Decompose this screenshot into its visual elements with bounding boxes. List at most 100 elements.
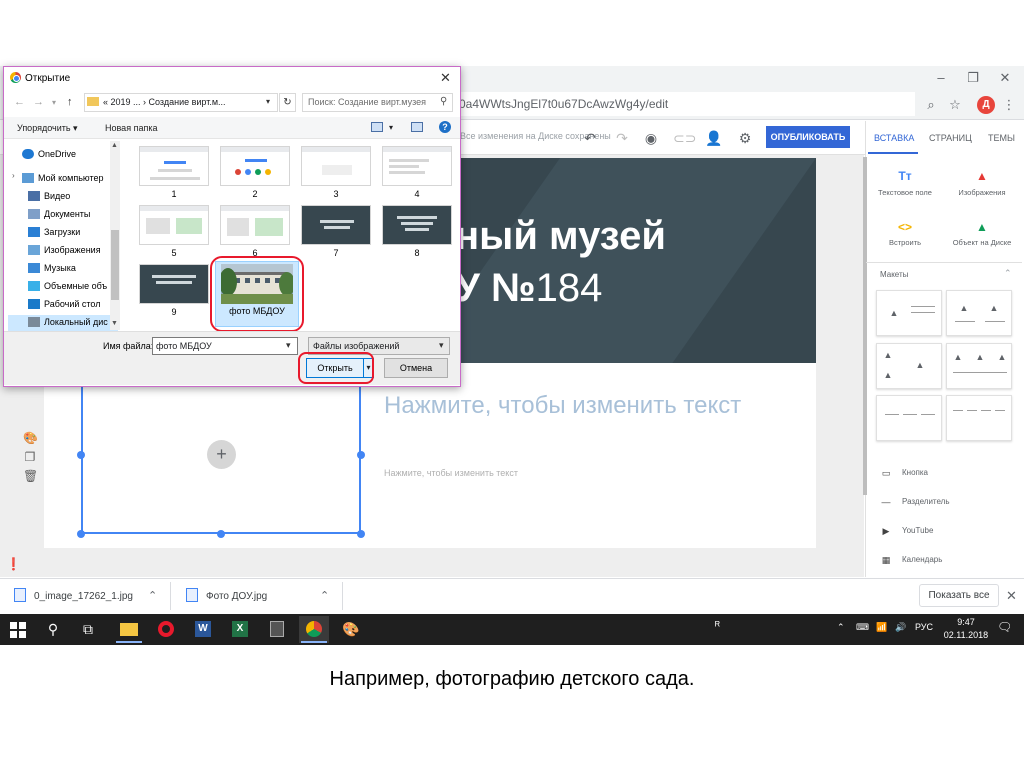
paint-icon[interactable]: 🎨 — [336, 616, 366, 643]
volume-icon[interactable]: 🔊 — [895, 622, 906, 633]
download-item[interactable]: 0_image_17262_1.jpg ⌃ — [14, 586, 164, 606]
collapse-chevron-icon[interactable]: ⌃ — [1004, 268, 1012, 279]
expand-chevron-icon[interactable]: › — [12, 171, 15, 180]
network-icon[interactable]: 📶 — [876, 622, 887, 633]
image-icon[interactable]: ▲ — [974, 168, 990, 184]
file-label[interactable]: 3 — [301, 189, 371, 199]
chevron-down-icon[interactable]: ▾ — [439, 340, 444, 351]
palette-icon[interactable]: 🎨 — [23, 431, 38, 445]
scroll-up-icon[interactable]: ▲ — [111, 142, 118, 149]
preview-eye-icon[interactable]: ◉ — [641, 128, 661, 148]
drive-icon[interactable]: ▲ — [974, 219, 990, 235]
up-arrow-icon[interactable]: ↑ — [67, 96, 73, 108]
opera-icon[interactable] — [151, 616, 181, 643]
close-downloads-icon[interactable]: ✕ — [1006, 588, 1017, 604]
delete-trash-icon[interactable]: 🗑 — [23, 469, 38, 483]
path-dropdown-chevron-icon[interactable]: ▾ — [266, 97, 270, 106]
duplicate-icon[interactable]: ❐ — [23, 450, 37, 464]
add-person-icon[interactable]: 👤 — [704, 128, 724, 148]
file-thumbnail[interactable] — [139, 264, 209, 304]
file-thumbnail[interactable] — [139, 146, 209, 186]
banner-title-line2[interactable]: У №184 — [455, 266, 602, 311]
calculator-icon[interactable] — [262, 616, 292, 643]
file-label[interactable]: 5 — [139, 248, 209, 258]
view-mode-icon[interactable] — [371, 122, 383, 132]
word-icon[interactable]: W — [188, 616, 218, 643]
menu-dots-icon[interactable]: ⋮ — [1000, 96, 1018, 114]
language-indicator[interactable]: РУС — [915, 622, 933, 632]
undo-icon[interactable]: ↶ — [580, 128, 600, 148]
restore-icon[interactable]: ❐ — [962, 70, 984, 86]
file-thumbnail[interactable] — [382, 205, 452, 245]
windows-start-icon[interactable] — [3, 616, 33, 643]
path-breadcrumb[interactable]: « 2019 ... › Создание вирт.м... — [84, 93, 278, 112]
show-hidden-icons[interactable]: ⌃ — [837, 622, 845, 633]
file-thumbnail[interactable] — [301, 205, 371, 245]
scroll-down-icon[interactable]: ▼ — [111, 320, 118, 327]
search-input[interactable]: Поиск: Создание вирт.музея — [302, 93, 453, 112]
cancel-button[interactable]: Отмена — [384, 358, 448, 378]
chevron-down-icon[interactable]: ▾ — [286, 340, 291, 351]
file-thumbnail[interactable] — [139, 205, 209, 245]
notifications-icon[interactable]: 🗨 — [997, 620, 1012, 634]
file-thumbnail[interactable] — [220, 205, 290, 245]
organize-menu[interactable]: Упорядочить ▾ — [17, 123, 78, 134]
search-icon[interactable]: ⚲ — [440, 96, 447, 107]
resize-handle[interactable] — [77, 451, 85, 459]
search-icon[interactable]: ⚲ — [38, 616, 68, 643]
excel-icon[interactable]: X — [225, 616, 255, 643]
preview-pane-icon[interactable] — [411, 122, 423, 132]
tab-themes[interactable]: ТЕМЫ — [988, 133, 1015, 143]
insert-images-label[interactable]: Изображения — [942, 188, 1022, 197]
settings-gear-icon[interactable]: ⚙ — [735, 128, 755, 148]
help-icon[interactable]: ? — [439, 121, 451, 133]
new-folder-button[interactable]: Новая папка — [105, 123, 157, 133]
insert-text-box-label[interactable]: Текстовое поле — [865, 188, 945, 197]
layout-option[interactable] — [876, 395, 942, 441]
feedback-icon[interactable]: ❗ — [6, 557, 21, 571]
chevron-up-icon[interactable]: ⌃ — [320, 589, 329, 602]
tab-pages[interactable]: СТРАНИЦ — [929, 133, 972, 143]
bookmark-star-icon[interactable]: ☆ — [946, 96, 964, 114]
file-thumbnail[interactable] — [301, 146, 371, 186]
banner-title-line1[interactable]: ный музей — [455, 214, 666, 259]
insert-drive-label[interactable]: Объект на Диске — [942, 238, 1022, 247]
task-view-icon[interactable]: ⧉ — [73, 616, 103, 643]
dialog-titlebar[interactable] — [4, 67, 460, 89]
back-arrow-icon[interactable]: ← — [14, 96, 25, 108]
file-label[interactable]: 2 — [220, 189, 290, 199]
clock-date[interactable]: 02.11.2018 — [940, 630, 992, 640]
resize-handle[interactable] — [357, 451, 365, 459]
close-icon[interactable]: ✕ — [440, 70, 451, 86]
file-label[interactable]: 1 — [139, 189, 209, 199]
file-explorer-icon[interactable] — [114, 616, 144, 643]
file-label[interactable]: 9 — [139, 307, 209, 317]
layouts-heading[interactable]: Макеты — [880, 270, 908, 279]
body-placeholder[interactable]: Нажмите, чтобы изменить текст — [384, 468, 518, 478]
chrome-icon[interactable] — [299, 616, 329, 643]
tab-insert[interactable]: ВСТАВКА — [874, 133, 914, 143]
redo-icon[interactable]: ↷ — [612, 128, 632, 148]
resize-handle[interactable] — [77, 530, 85, 538]
file-label[interactable]: 7 — [301, 248, 371, 258]
keyboard-tray-icon[interactable]: ⌨ — [856, 622, 869, 633]
download-item[interactable]: Фото ДОУ.jpg ⌃ — [186, 586, 336, 606]
forward-arrow-icon[interactable]: → — [33, 96, 44, 108]
file-thumbnail[interactable] — [220, 146, 290, 186]
tree-scrollbar-thumb[interactable] — [111, 230, 119, 300]
layout-option[interactable]: ▲ ▲ ▲ — [946, 343, 1012, 389]
layout-option[interactable] — [946, 395, 1012, 441]
insert-embed-label[interactable]: Встроить — [865, 238, 945, 247]
file-label[interactable]: 8 — [382, 248, 452, 258]
address-bar[interactable]: 0a4WWtsJngEl7t0u67DcAwzWg4y/edit — [455, 92, 915, 116]
file-label[interactable]: 4 — [382, 189, 452, 199]
publish-button[interactable]: ОПУБЛИКОВАТЬ — [766, 126, 850, 148]
layout-option[interactable]: ▲ — [876, 290, 942, 336]
chevron-up-icon[interactable]: ⌃ — [148, 589, 157, 602]
link-icon[interactable]: ⊂⊃ — [673, 128, 696, 148]
heading-placeholder[interactable]: Нажмите, чтобы изменить текст — [384, 390, 764, 422]
chevron-down-icon[interactable]: ▾ — [52, 98, 56, 107]
resize-handle[interactable] — [217, 530, 225, 538]
file-name-field[interactable]: фото МБДОУ — [152, 337, 298, 355]
text-box-icon[interactable]: Tт — [897, 168, 913, 184]
